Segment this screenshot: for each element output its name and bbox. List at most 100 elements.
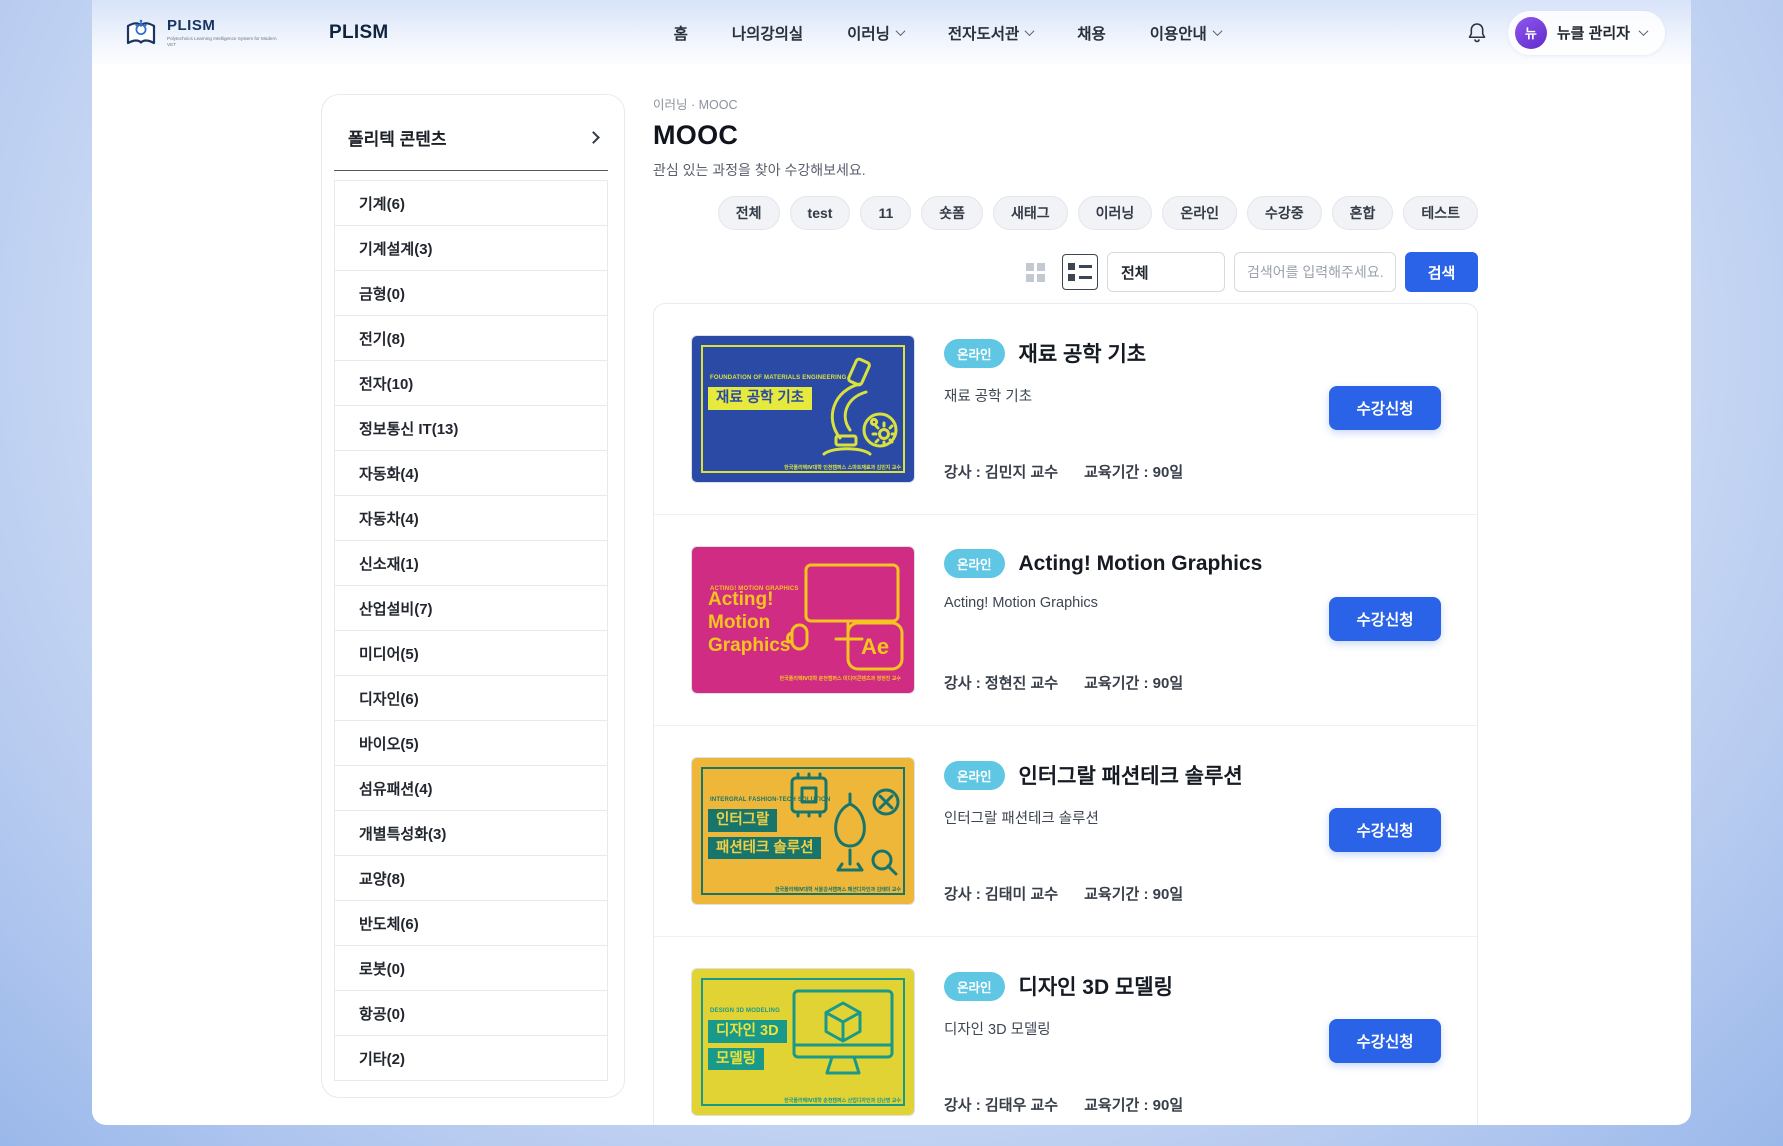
- category-label: 기계(6): [359, 193, 405, 214]
- category-item[interactable]: 미디어(5): [334, 630, 608, 676]
- category-item[interactable]: 산업설비(7): [334, 585, 608, 631]
- tag-chip[interactable]: 테스트: [1403, 196, 1478, 230]
- tag-chip[interactable]: 이러닝: [1078, 196, 1153, 230]
- tag-chip[interactable]: 혼합: [1332, 196, 1394, 230]
- category-label: 바이오(5): [359, 733, 419, 754]
- list-view-button[interactable]: [1062, 254, 1098, 290]
- category-item[interactable]: 항공(0): [334, 990, 608, 1036]
- chevron-down-icon: [895, 26, 905, 36]
- nav-item[interactable]: 이용안내: [1150, 22, 1221, 44]
- category-label: 기계설계(3): [359, 238, 433, 259]
- course-title[interactable]: Acting! Motion Graphics: [1019, 552, 1263, 576]
- tag-chip[interactable]: 전체: [718, 196, 780, 230]
- category-label: 기타(2): [359, 1048, 405, 1069]
- category-item[interactable]: 개별특성화(3): [334, 810, 608, 856]
- nav-item[interactable]: 전자도서관: [948, 22, 1033, 44]
- breadcrumb: 이러닝 · MOOC: [653, 94, 1478, 113]
- category-label: 전자(10): [359, 373, 413, 394]
- tag-chip-label: 숏폼: [939, 203, 965, 223]
- tag-chip[interactable]: 11: [860, 196, 911, 230]
- page-title: MOOC: [653, 120, 1478, 151]
- course-meta: 강사 : 김태미 교수 교육기간 : 90일: [944, 883, 1309, 904]
- bell-icon: [1466, 21, 1488, 45]
- nav-item[interactable]: 이러닝: [847, 22, 904, 44]
- course-title-row: 온라인 Acting! Motion Graphics: [944, 549, 1309, 578]
- category-item[interactable]: 자동화(4): [334, 450, 608, 496]
- category-item[interactable]: 반도체(6): [334, 900, 608, 946]
- course-title[interactable]: 재료 공학 기초: [1019, 338, 1147, 368]
- nav-item[interactable]: 나의강의실: [732, 22, 803, 44]
- category-item[interactable]: 교양(8): [334, 855, 608, 901]
- category-item[interactable]: 로봇(0): [334, 945, 608, 991]
- category-select[interactable]: 전체: [1107, 252, 1225, 292]
- enroll-button[interactable]: 수강신청: [1329, 386, 1441, 430]
- page-subtitle: 관심 있는 과정을 찾아 수강해보세요.: [653, 160, 1478, 180]
- category-item[interactable]: 디자인(6): [334, 675, 608, 721]
- tag-chip-label: 수강중: [1265, 203, 1304, 223]
- tag-filter-row: 전체 test 11 숏폼 새태그 이러닝 온라인 수강중 혼합: [653, 196, 1478, 230]
- enroll-button[interactable]: 수강신청: [1329, 1019, 1441, 1063]
- category-item[interactable]: 섬유패션(4): [334, 765, 608, 811]
- notifications-button[interactable]: [1466, 21, 1488, 45]
- tag-chip[interactable]: 새태그: [993, 196, 1068, 230]
- tag-chip-label: 전체: [736, 203, 762, 223]
- course-period: 교육기간 : 90일: [1084, 1094, 1183, 1115]
- search-button[interactable]: 검색: [1405, 252, 1478, 292]
- logo[interactable]: PLISM Polytechnics Learning Intelligence…: [124, 16, 277, 50]
- enroll-button[interactable]: 수강신청: [1329, 597, 1441, 641]
- grid-view-button[interactable]: [1017, 254, 1053, 290]
- tag-chip[interactable]: 숏폼: [921, 196, 983, 230]
- monitor-ae-illustration: Ae: [778, 559, 906, 675]
- tag-chip-label: 새태그: [1011, 203, 1050, 223]
- category-item[interactable]: 기계(6): [334, 180, 608, 226]
- course-title[interactable]: 디자인 3D 모델링: [1019, 971, 1173, 1001]
- tag-chip[interactable]: 온라인: [1162, 196, 1237, 230]
- course-title[interactable]: 인터그랄 패션테크 솔루션: [1019, 760, 1243, 790]
- category-item[interactable]: 전자(10): [334, 360, 608, 406]
- course-thumbnail[interactable]: INTERGRAL FASHION-TECH SOLUTION 인터그랄패션테크…: [692, 758, 914, 904]
- status-badge: 온라인: [944, 761, 1005, 790]
- nav-item-label: 이용안내: [1150, 22, 1207, 44]
- thumbnail-title-boxes: 디자인 3D모델링: [708, 1020, 787, 1070]
- category-item[interactable]: 바이오(5): [334, 720, 608, 766]
- enroll-column: 수강신청: [1329, 336, 1441, 430]
- course-meta: 강사 : 김민지 교수 교육기간 : 90일: [944, 461, 1309, 482]
- category-label: 교양(8): [359, 868, 405, 889]
- course-period: 교육기간 : 90일: [1084, 672, 1183, 693]
- category-item[interactable]: 자동차(4): [334, 495, 608, 541]
- course-period: 교육기간 : 90일: [1084, 883, 1183, 904]
- category-label: 개별특성화(3): [359, 823, 446, 844]
- grid-view-icon: [1026, 263, 1045, 282]
- category-item[interactable]: 신소재(1): [334, 540, 608, 586]
- enroll-button[interactable]: 수강신청: [1329, 808, 1441, 852]
- course-list: FOUNDATION OF MATERIALS ENGINEERING 재료 공…: [653, 303, 1478, 1125]
- course-thumbnail[interactable]: DESIGN 3D MODELING 디자인 3D모델링: [692, 969, 914, 1115]
- tag-chip[interactable]: 수강중: [1247, 196, 1322, 230]
- thumbnail-caption: 한국폴리텍Ⅳ대학 춘천캠퍼스 미디어콘텐츠과 정현진 교수: [780, 675, 901, 682]
- main-nav: 홈 나의강의실 이러닝 전자도서관 채용 이용안내: [634, 22, 1221, 44]
- nav-item[interactable]: 채용: [1077, 22, 1106, 44]
- category-item[interactable]: 전기(8): [334, 315, 608, 361]
- list-view-icon: [1068, 263, 1092, 281]
- course-thumbnail[interactable]: FOUNDATION OF MATERIALS ENGINEERING 재료 공…: [692, 336, 914, 482]
- search-input[interactable]: [1234, 252, 1396, 292]
- category-label: 디자인(6): [359, 688, 419, 709]
- user-menu[interactable]: 뉴 뉴클 관리자: [1508, 11, 1665, 55]
- tag-chip[interactable]: test: [790, 196, 851, 230]
- category-item[interactable]: 금형(0): [334, 270, 608, 316]
- top-header: PLISM Polytechnics Learning Intelligence…: [92, 0, 1691, 65]
- thumbnail-title-line: 인터그랄: [708, 809, 777, 832]
- category-item[interactable]: 정보통신 IT(13): [334, 405, 608, 451]
- category-item[interactable]: 기계설계(3): [334, 225, 608, 271]
- category-item[interactable]: 기타(2): [334, 1035, 608, 1081]
- tag-chip-label: test: [808, 205, 833, 221]
- chevron-down-icon: [1639, 26, 1649, 36]
- nav-item[interactable]: 홈: [674, 22, 688, 44]
- course-thumbnail[interactable]: ACTING! MOTION GRAPHICS Acting! Motion G…: [692, 547, 914, 693]
- category-sidebar: 폴리텍 콘텐츠 기계(6) 기계설계(3) 금형(0) 전기(8) 전자(10)…: [321, 94, 625, 1098]
- nav-item-label: 나의강의실: [732, 22, 803, 44]
- app-window: PLISM Polytechnics Learning Intelligence…: [92, 0, 1691, 1125]
- status-badge: 온라인: [944, 972, 1005, 1001]
- course-info: 온라인 재료 공학 기초 재료 공학 기초 강사 : 김민지 교수 교육기간 :…: [944, 336, 1309, 482]
- chevron-right-icon[interactable]: [587, 131, 600, 144]
